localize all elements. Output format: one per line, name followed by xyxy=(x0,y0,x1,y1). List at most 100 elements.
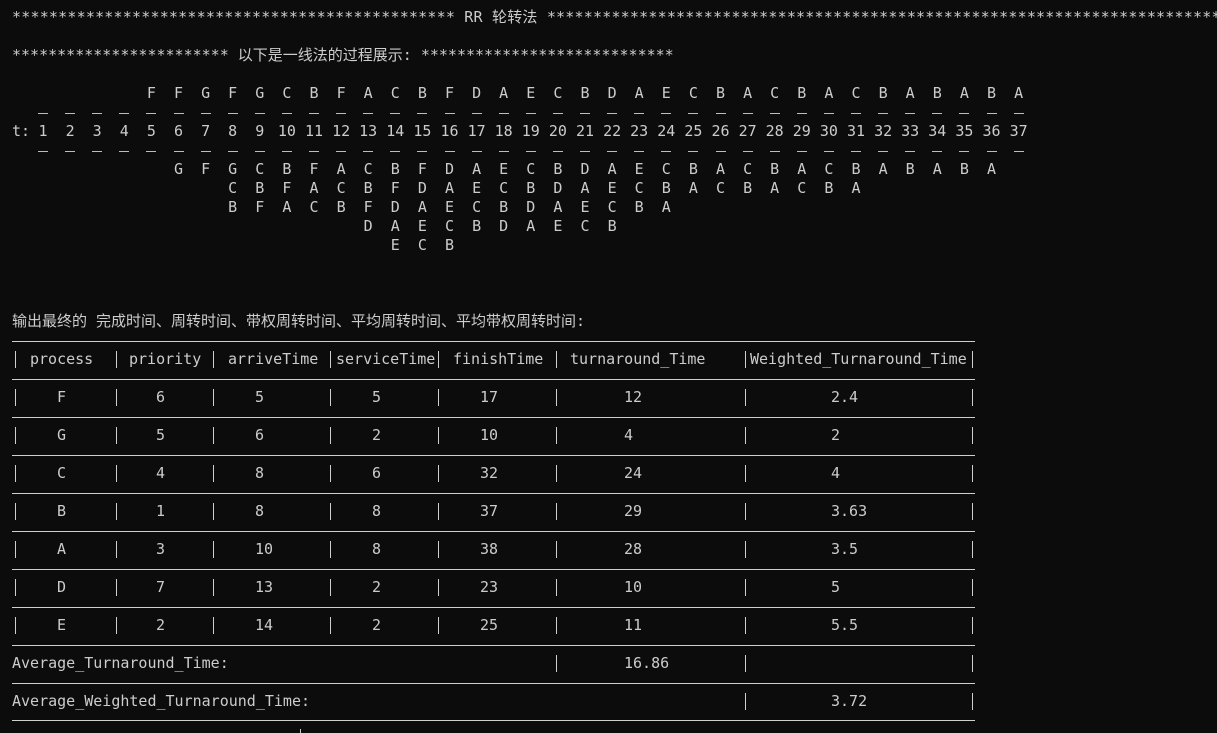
queue-process: C xyxy=(797,179,807,197)
table-header: turnaround_Time xyxy=(570,350,706,368)
table-separator xyxy=(972,617,973,634)
table-cell: 28 xyxy=(624,540,643,558)
queue-process: A xyxy=(309,179,319,197)
timeline-dash xyxy=(471,113,482,114)
time-tick: 12 xyxy=(332,122,351,140)
table-cell: 4 xyxy=(831,464,841,482)
time-tick: 15 xyxy=(413,122,432,140)
time-tick: 1 xyxy=(38,122,48,140)
timeline-dash xyxy=(661,151,672,152)
time-tick: 31 xyxy=(846,122,866,140)
terminal-window[interactable]: ****************************************… xyxy=(0,0,1217,733)
timeline-dash xyxy=(498,113,509,114)
table-separator xyxy=(330,351,331,368)
queue-process: D xyxy=(553,179,563,197)
queue-process: B xyxy=(526,179,536,197)
time-tick: 35 xyxy=(955,122,974,140)
queue-process: A xyxy=(580,179,590,197)
timeline-dash xyxy=(986,113,997,114)
queue-process: F xyxy=(417,160,427,178)
queue-process: B xyxy=(824,179,834,197)
time-tick: 5 xyxy=(146,122,156,140)
table-cell: 4 xyxy=(624,426,634,444)
avg-turnaround-label: Average_Turnaround_Time: xyxy=(12,654,229,672)
queue-process: A xyxy=(715,160,726,178)
running-process: A xyxy=(959,84,969,102)
queue-process: B xyxy=(770,160,780,178)
table-border xyxy=(12,531,975,532)
queue-process: A xyxy=(417,198,427,216)
table-cell: A xyxy=(57,540,67,558)
running-process: B xyxy=(417,84,427,102)
timeline-dash xyxy=(580,151,590,152)
table-separator xyxy=(213,579,214,596)
table-cell: 8 xyxy=(255,464,265,482)
timeline-dash xyxy=(38,113,48,114)
table-separator xyxy=(972,655,973,672)
time-tick: 30 xyxy=(819,122,838,140)
time-tick: 14 xyxy=(386,122,405,140)
timeline-dash xyxy=(417,151,428,152)
time-tick: 29 xyxy=(792,122,811,140)
queue-process: B xyxy=(959,160,969,178)
table-border xyxy=(12,607,975,608)
timeline-dash xyxy=(742,151,753,152)
time-tick: 10 xyxy=(277,122,296,140)
table-cell: D xyxy=(57,578,67,596)
queue-process: C xyxy=(715,179,726,197)
time-tick: 23 xyxy=(630,122,649,140)
table-cell: G xyxy=(57,426,67,444)
table-cell: 32 xyxy=(480,464,499,482)
table-separator xyxy=(438,503,439,520)
running-process: A xyxy=(1014,84,1024,102)
table-separator xyxy=(556,579,557,596)
running-process: A xyxy=(363,84,373,102)
queue-process: C xyxy=(526,160,536,178)
running-process: B xyxy=(580,84,590,102)
time-tick: 17 xyxy=(467,122,486,140)
table-cell: 6 xyxy=(255,426,265,444)
timeline-dash xyxy=(769,151,780,152)
time-tick: 20 xyxy=(548,122,567,140)
timeline-dash xyxy=(769,113,780,114)
table-separator xyxy=(972,503,973,520)
running-process: A xyxy=(634,84,644,102)
timeline-dash xyxy=(363,113,374,114)
table-separator xyxy=(745,655,746,672)
time-tick: 9 xyxy=(255,122,265,140)
queue-process: F xyxy=(282,179,292,197)
running-process: F xyxy=(146,84,156,102)
table-separator xyxy=(972,465,973,482)
table-cell: 5 xyxy=(156,426,166,444)
timeline-dash xyxy=(444,113,455,114)
timeline-dash xyxy=(607,113,618,114)
queue-process: C xyxy=(499,179,509,197)
queue-process: A xyxy=(797,160,807,178)
queue-process: A xyxy=(851,179,861,197)
time-tick: 13 xyxy=(359,122,378,140)
timeline-dash xyxy=(796,113,807,114)
table-cell: 11 xyxy=(624,616,643,634)
table-separator xyxy=(213,503,214,520)
table-header: arriveTime xyxy=(228,350,319,368)
timeline-dash xyxy=(552,151,563,152)
table-separator xyxy=(213,465,214,482)
table-cell: 3.63 xyxy=(831,502,868,520)
timeline-dash xyxy=(634,113,645,114)
queue-process: E xyxy=(607,179,617,197)
queue-process: F xyxy=(363,198,373,216)
queue-process: B xyxy=(228,198,238,216)
timeline-dash xyxy=(227,113,238,114)
queue-process: B xyxy=(905,160,915,178)
timeline-dash xyxy=(661,113,672,114)
timeline-dash xyxy=(878,151,889,152)
timeline-dash xyxy=(146,113,157,114)
table-separator xyxy=(330,579,331,596)
table-separator xyxy=(745,427,746,444)
table-separator xyxy=(438,617,439,634)
timeline-dash xyxy=(471,151,482,152)
table-separator xyxy=(15,617,16,634)
table-cell: 4 xyxy=(156,464,166,482)
queue-process: E xyxy=(417,217,427,235)
table-cell: 5 xyxy=(255,388,265,406)
